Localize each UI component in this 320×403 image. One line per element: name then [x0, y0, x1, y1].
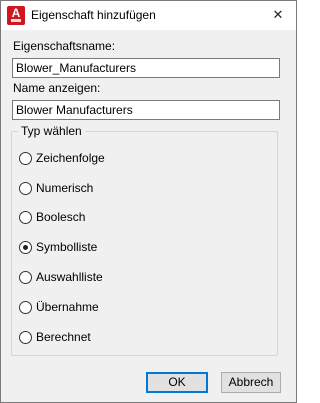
radio-selected-dot — [23, 245, 28, 250]
property-name-label: Eigenschaftsname: — [13, 39, 116, 53]
cancel-button[interactable]: Abbrech — [221, 372, 281, 393]
radio-label: Zeichenfolge — [36, 151, 105, 165]
radio-button[interactable] — [19, 182, 32, 195]
radio-label: Auswahlliste — [36, 270, 103, 284]
app-icon-letter: A — [11, 6, 21, 20]
app-icon-underline — [11, 19, 21, 22]
radio-button[interactable] — [19, 271, 32, 284]
radio-button[interactable] — [19, 211, 32, 224]
dialog-title: Eigenschaft hinzufügen — [31, 8, 156, 22]
radio-label: Numerisch — [36, 181, 94, 195]
close-icon: ✕ — [272, 7, 284, 22]
radio-button[interactable] — [19, 301, 32, 314]
display-name-label: Name anzeigen: — [13, 81, 101, 95]
radio-button[interactable] — [19, 152, 32, 165]
radio-label: Symbolliste — [36, 240, 98, 254]
autocad-app-icon: A — [7, 6, 25, 25]
property-name-input[interactable] — [12, 58, 280, 78]
dialog-window: A Eigenschaft hinzufügen ✕ Eigenschaftsn… — [0, 0, 297, 403]
title-bar: A Eigenschaft hinzufügen ✕ — [1, 1, 296, 30]
radio-label: Berechnet — [36, 330, 91, 344]
radio-label: Boolesch — [36, 210, 86, 224]
type-group-title: Typ wählen — [18, 124, 85, 138]
radio-label: Übernahme — [36, 300, 99, 314]
display-name-input[interactable] — [12, 100, 280, 120]
ok-button[interactable]: OK — [146, 372, 208, 393]
radio-button[interactable] — [19, 241, 32, 254]
radio-button[interactable] — [19, 331, 32, 344]
close-button[interactable]: ✕ — [260, 1, 296, 30]
